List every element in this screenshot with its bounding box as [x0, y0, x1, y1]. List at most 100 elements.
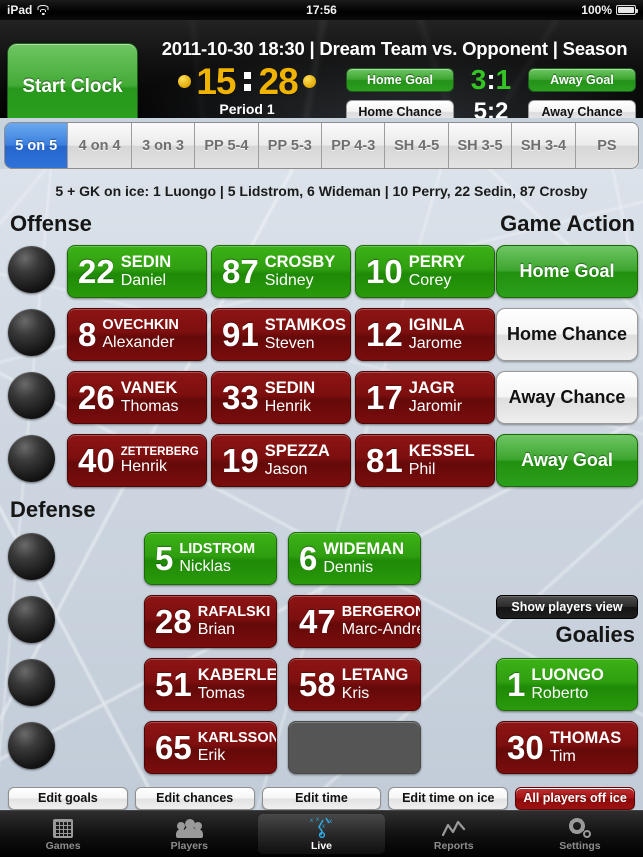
start-clock-button[interactable]: Start Clock [7, 43, 138, 118]
player-card[interactable]: 22 SEDIN Daniel [67, 245, 207, 298]
home-goal-button[interactable]: Home Goal [346, 68, 454, 92]
player-card[interactable]: 33 SEDIN Henrik [211, 371, 351, 424]
player-card[interactable]: 51 KABERLE Tomas [144, 658, 277, 711]
player-number: 30 [507, 729, 544, 766]
player-number: 81 [366, 442, 403, 479]
player-last-name: RAFALSKI [197, 605, 271, 621]
player-card[interactable]: 17 JAGR Jaromir [355, 371, 495, 424]
edit-chances-button[interactable]: Edit chances [134, 786, 255, 810]
action-button-label: Away Goal [521, 450, 613, 470]
goalie-card[interactable]: 30 THOMAS Tim [496, 721, 638, 774]
player-name-block: PERRY Corey [409, 254, 473, 289]
goalie-card[interactable]: 1 LUONGO Roberto [496, 658, 638, 711]
game-clock[interactable]: 15 28 Period 1 [148, 63, 346, 117]
away-chance-button[interactable]: Away Chance [528, 100, 636, 118]
strength-tab-pp-5-4[interactable]: PP 5-4 [195, 123, 259, 168]
status-bar: iPad 17:56 100% [0, 0, 643, 20]
player-card[interactable]: 19 SPEZZA Jason [211, 434, 351, 487]
away-chance-action-button[interactable]: Away Chance [496, 371, 638, 424]
player-first-name: Jason [264, 460, 308, 478]
player-card[interactable]: 58 LETANG Kris [288, 658, 421, 711]
player-name-block: SEDIN Henrik [265, 380, 323, 415]
player-card[interactable]: 47 BERGERON Marc-Andre [288, 595, 421, 648]
tab-players[interactable]: Players [126, 811, 252, 857]
player-first-name: Roberto [531, 684, 589, 702]
puck-toggle-icon[interactable] [8, 722, 55, 769]
all-players-off-ice-button[interactable]: All players off ice [515, 786, 635, 810]
strength-tab-3-on-3[interactable]: 3 on 3 [131, 123, 196, 168]
player-last-name: SPEZZA [264, 442, 330, 460]
player-name-block: LIDSTROM Nicklas [179, 542, 263, 575]
puck-toggle-icon[interactable] [8, 246, 55, 293]
strength-segmented-control[interactable]: 5 on 5 4 on 4 3 on 3 PP 5-4 PP 5-3 PP 4-3 SH 4… [4, 122, 639, 169]
player-slot-empty[interactable] [288, 721, 421, 774]
player-last-name: VANEK [120, 379, 178, 397]
edit-time-on-ice-button[interactable]: Edit time on ice [388, 786, 509, 810]
puck-toggle-icon[interactable] [8, 533, 55, 580]
puck-toggle-icon[interactable] [8, 596, 55, 643]
edit-time-button[interactable]: Edit time [261, 786, 382, 810]
goals-away-value: 1 [495, 64, 512, 95]
player-first-name: Brian [197, 620, 236, 638]
toolbar-button-label: Edit goals [38, 791, 98, 805]
clock-row: 15 28 [148, 63, 346, 100]
home-chance-button[interactable]: Home Chance [346, 100, 454, 118]
strength-tab-5-on-5[interactable]: 5 on 5 [5, 123, 69, 168]
chances-row: Home Chance 5:2 Away Chance [346, 99, 636, 118]
player-first-name: Alexander [102, 333, 175, 351]
defense-section-title: Defense [10, 497, 96, 522]
puck-toggle-icon[interactable] [8, 435, 55, 482]
goals-score: 3:1 [454, 66, 528, 94]
puck-toggle-icon[interactable] [8, 372, 55, 419]
strength-tab-4-on-4[interactable]: 4 on 4 [68, 123, 132, 168]
player-card[interactable]: 5 LIDSTROM Nicklas [144, 532, 277, 585]
home-goal-action-button[interactable]: Home Goal [496, 245, 638, 298]
player-number: 22 [78, 253, 115, 290]
puck-toggle-icon[interactable] [8, 309, 55, 356]
strength-tab-label: SH 3-5 [457, 137, 503, 154]
home-goal-label: Home Goal [367, 73, 433, 87]
page-title: 2011-10-30 18:30 | Dream Team vs. Oppone… [161, 38, 628, 59]
game-header: Start Clock 2011-10-30 18:30 | Dream Tea… [0, 20, 643, 118]
svg-text:x: x [310, 818, 313, 824]
strength-tab-pp-4-3[interactable]: PP 4-3 [322, 123, 386, 168]
away-goal-button[interactable]: Away Goal [528, 68, 636, 92]
player-name-block: LUONGO Roberto [531, 667, 611, 702]
player-card[interactable]: 10 PERRY Corey [355, 245, 495, 298]
tab-settings[interactable]: Settings [517, 811, 643, 857]
player-card[interactable]: 81 KESSEL Phil [355, 434, 495, 487]
strength-tab-sh-3-4[interactable]: SH 3-4 [512, 123, 576, 168]
show-players-view-button[interactable]: Show players view [496, 595, 638, 619]
player-first-name: Phil [408, 460, 436, 478]
gear-icon [568, 816, 591, 838]
away-goal-action-button[interactable]: Away Goal [496, 434, 638, 487]
strength-tab-ps[interactable]: PS [575, 123, 638, 168]
player-card[interactable]: 65 KARLSSON Erik [144, 721, 277, 774]
tab-live[interactable]: x x x x Live [258, 814, 385, 854]
player-card[interactable]: 8 OVECHKIN Alexander [67, 308, 207, 361]
strength-tab-pp-5-3[interactable]: PP 5-3 [258, 123, 323, 168]
strength-tab-label: SH 4-5 [394, 137, 440, 154]
player-card[interactable]: 87 CROSBY Sidney [211, 245, 351, 298]
calendar-icon [53, 816, 74, 838]
player-card[interactable]: 28 RAFALSKI Brian [144, 595, 277, 648]
strength-tab-label: 3 on 3 [142, 137, 184, 154]
player-card[interactable]: 12 IGINLA Jarome [355, 308, 495, 361]
strength-tab-sh-3-5[interactable]: SH 3-5 [448, 123, 513, 168]
tab-bar[interactable]: Games Players x x x x Live Reports Settings [0, 810, 643, 857]
tab-reports[interactable]: Reports [391, 811, 517, 857]
strength-tab-label: PS [597, 137, 617, 154]
player-card[interactable]: 91 STAMKOS Steven [211, 308, 351, 361]
strength-tab-sh-4-5[interactable]: SH 4-5 [385, 123, 449, 168]
tab-games[interactable]: Games [0, 811, 126, 857]
player-card[interactable]: 40 ZETTERBERG Henrik [67, 434, 207, 487]
home-chance-action-button[interactable]: Home Chance [496, 308, 638, 361]
puck-toggle-icon[interactable] [8, 659, 55, 706]
player-card[interactable]: 26 VANEK Thomas [67, 371, 207, 424]
player-last-name: LETANG [341, 666, 409, 684]
player-number: 1 [507, 666, 526, 703]
score-panel: Home Goal 3:1 Away Goal Home Chance 5:2 … [346, 66, 636, 118]
player-card[interactable]: 6 WIDEMAN Dennis [288, 532, 421, 585]
edit-goals-button[interactable]: Edit goals [8, 786, 128, 810]
svg-text:x: x [316, 817, 319, 823]
